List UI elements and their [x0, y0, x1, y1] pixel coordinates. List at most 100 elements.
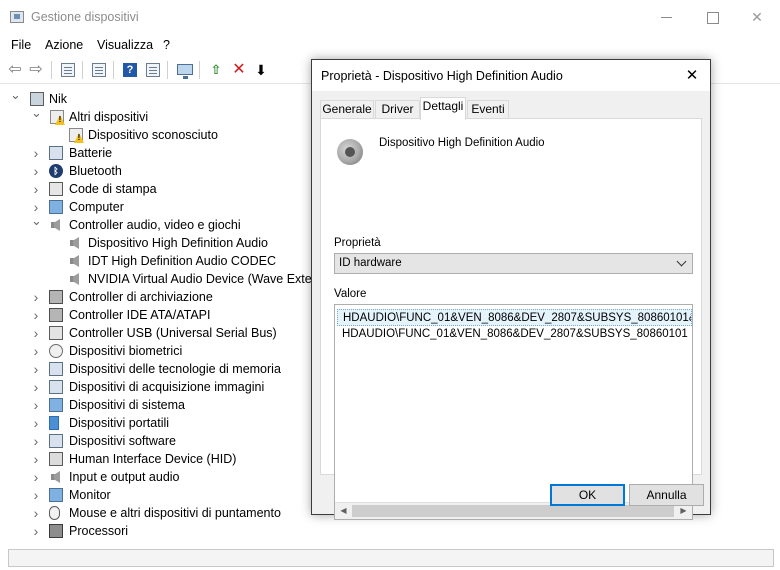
chevron-right-icon[interactable]: ›: [31, 506, 41, 520]
help-icon[interactable]: ?: [120, 60, 140, 80]
close-button[interactable]: ✕: [734, 0, 780, 34]
tree-item-label: Input e output audio: [69, 470, 180, 484]
dialog-close-button[interactable]: ✕: [674, 60, 710, 91]
usb-icon: [49, 326, 63, 340]
dialog-title-bar: Proprietà - Dispositivo High Definition …: [312, 60, 710, 91]
tab-eventi[interactable]: Eventi: [467, 100, 509, 119]
speaker-icon: [49, 470, 63, 484]
chevron-right-icon[interactable]: ›: [31, 452, 41, 466]
scrollbar-thumb[interactable]: [352, 505, 674, 517]
chevron-right-icon[interactable]: ›: [31, 380, 41, 394]
chevron-right-icon[interactable]: ›: [31, 146, 41, 160]
printer-icon: [49, 182, 63, 196]
scan-monitor-icon[interactable]: [175, 60, 195, 80]
chevron-down-icon[interactable]: ⌄: [10, 90, 21, 102]
tree-item-label: Controller USB (Universal Serial Bus): [69, 326, 277, 340]
dialog-title: Proprietà - Dispositivo High Definition …: [321, 69, 563, 83]
tree-item-label: Controller audio, video e giochi: [69, 218, 241, 232]
tab-driver[interactable]: Driver: [375, 100, 420, 119]
tree-item-label: NVIDIA Virtual Audio Device (Wave Extens…: [88, 272, 328, 286]
minimize-button[interactable]: [643, 0, 689, 34]
menu-help[interactable]: ?: [163, 38, 170, 52]
details-panel: Dispositivo High Definition Audio Propri…: [320, 118, 702, 520]
chevron-right-icon[interactable]: ›: [31, 182, 41, 196]
chevron-right-icon[interactable]: ›: [31, 470, 41, 484]
menu-azione[interactable]: Azione: [45, 38, 83, 52]
tree-item-label: Altri dispositivi: [69, 110, 149, 124]
tree-item-label: Human Interface Device (HID): [69, 452, 237, 466]
tab-generale[interactable]: Generale: [320, 100, 374, 119]
forward-arrow-icon[interactable]: ⇨: [26, 60, 46, 80]
menu-visualizza[interactable]: Visualizza: [97, 38, 153, 52]
menu-file[interactable]: File: [11, 38, 31, 52]
hid-icon: [49, 452, 63, 466]
speaker-icon: [337, 135, 365, 165]
chevron-down-icon[interactable]: ⌄: [31, 214, 42, 228]
properties-dialog: Proprietà - Dispositivo High Definition …: [311, 59, 711, 520]
chevron-right-icon[interactable]: ›: [31, 416, 41, 430]
tree-item-label: Dispositivi di sistema: [69, 398, 186, 412]
chevron-right-icon[interactable]: ›: [31, 362, 41, 376]
warn-icon: [68, 128, 83, 142]
list-item[interactable]: HDAUDIO\FUNC_01&VEN_8086&DEV_2807&SUBSYS…: [337, 309, 692, 326]
chevron-right-icon[interactable]: ›: [31, 488, 41, 502]
property-label: Proprietà: [334, 237, 381, 249]
disable-icon[interactable]: ⬇: [251, 60, 271, 80]
chevron-down-icon[interactable]: ⌄: [31, 106, 42, 120]
list-icon[interactable]: [89, 60, 109, 80]
chevron-right-icon[interactable]: ›: [31, 308, 41, 322]
monitor-icon: [49, 488, 63, 502]
maximize-button[interactable]: [689, 0, 735, 34]
chip-icon: [49, 308, 63, 322]
chevron-right-icon[interactable]: ›: [31, 434, 41, 448]
value-text: HDAUDIO\FUNC_01&VEN_8086&DEV_2807&SUBSYS…: [343, 312, 692, 324]
back-arrow-icon[interactable]: ⇦: [5, 60, 25, 80]
chevron-right-icon[interactable]: ›: [31, 290, 41, 304]
speaker-icon: [68, 272, 82, 286]
cancel-button[interactable]: Annulla: [629, 484, 704, 506]
cpu-icon: [49, 524, 63, 538]
tree-item-label: Processori: [69, 524, 129, 538]
title-bar: Gestione dispositivi ✕: [0, 0, 780, 34]
tree-item-label: Dispositivi di acquisizione immagini: [69, 380, 265, 394]
chevron-right-icon[interactable]: ›: [31, 398, 41, 412]
value-text: HDAUDIO\FUNC_01&VEN_8086&DEV_2807&SUBSYS…: [342, 328, 688, 340]
chevron-right-icon[interactable]: ›: [31, 344, 41, 358]
dev-icon: [49, 146, 63, 160]
tree-item-label: Bluetooth: [69, 164, 122, 178]
values-label: Valore: [334, 288, 367, 300]
tree-item[interactable]: › Processori: [0, 522, 780, 540]
pc-icon: [30, 92, 44, 106]
dev-icon: [49, 380, 63, 394]
chevron-right-icon[interactable]: ›: [31, 326, 41, 340]
chevron-right-icon[interactable]: ›: [31, 524, 41, 538]
scroll-left-icon[interactable]: ◀: [335, 503, 352, 519]
monitor-icon: [49, 398, 63, 412]
toolbar-separator: [167, 61, 168, 79]
window-title: Gestione dispositivi: [31, 10, 139, 24]
update-driver-icon[interactable]: ⇧: [206, 60, 226, 80]
tree-item-label: Dispositivi biometrici: [69, 344, 183, 358]
chevron-right-icon[interactable]: ›: [31, 164, 41, 178]
tab-dettagli[interactable]: Dettagli: [420, 97, 466, 120]
tree-item-label: Dispositivi software: [69, 434, 176, 448]
finger-icon: [49, 344, 63, 358]
tree-item-label: Mouse e altri dispositivi di puntamento: [69, 506, 281, 520]
tree-item-label: IDT High Definition Audio CODEC: [88, 254, 277, 268]
toolbar-separator: [199, 61, 200, 79]
property-select[interactable]: ID hardware: [334, 253, 693, 274]
chevron-right-icon[interactable]: ›: [31, 200, 41, 214]
tree-item-label: Dispositivi delle tecnologie di memoria: [69, 362, 281, 376]
speaker-icon: [68, 254, 82, 268]
properties-icon[interactable]: [58, 60, 78, 80]
ok-button[interactable]: OK: [550, 484, 625, 506]
list-item[interactable]: HDAUDIO\FUNC_01&VEN_8086&DEV_2807&SUBSYS…: [337, 326, 692, 343]
chip-icon: [49, 290, 63, 304]
tree-item-label: Nik: [49, 92, 68, 106]
warn-icon: [49, 110, 64, 124]
uninstall-icon[interactable]: ✕: [229, 60, 249, 80]
tree-item-label: Controller IDE ATA/ATAPI: [69, 308, 211, 322]
horizontal-scrollbar[interactable]: [8, 549, 774, 567]
device-manager-icon: [10, 11, 24, 23]
details-icon[interactable]: [143, 60, 163, 80]
